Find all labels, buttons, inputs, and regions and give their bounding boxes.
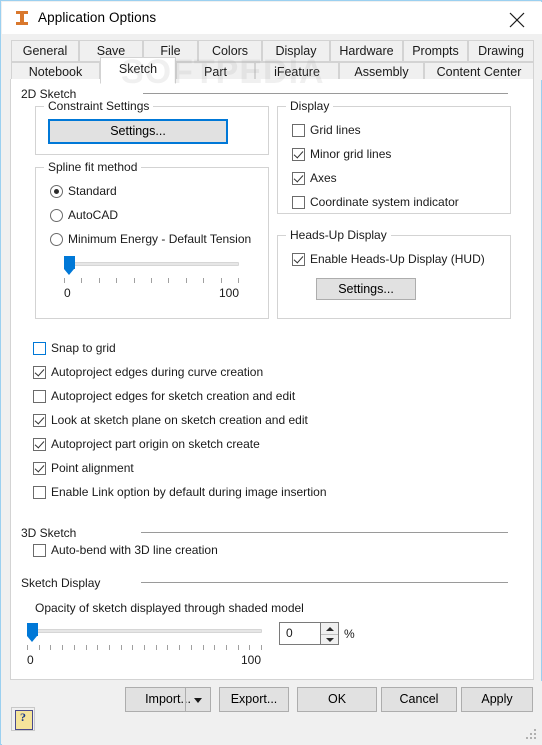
checkbox-indicator <box>33 486 46 499</box>
tab-general[interactable]: General <box>11 40 79 62</box>
radio-indicator <box>50 233 63 246</box>
checkbox-label: Look at sketch plane on sketch creation … <box>51 413 308 427</box>
section-sketch-display-rule <box>141 582 508 583</box>
checkbox-label: Grid lines <box>310 123 361 137</box>
checkbox-indicator <box>292 172 305 185</box>
heads-up-display-group: Heads-Up Display Enable Heads-Up Display… <box>277 228 511 319</box>
checkbox-label: Autoproject edges for sketch creation an… <box>51 389 296 403</box>
checkbox-label: Point alignment <box>51 461 134 475</box>
checkbox-indicator <box>292 124 305 137</box>
checkbox-label: Enable Heads-Up Display (HUD) <box>310 252 485 266</box>
tab-label: Drawing <box>478 44 524 58</box>
spline-fit-method-group: Spline fit method Standard AutoCAD Minim… <box>35 160 269 319</box>
radio-label: Minimum Energy - Default Tension <box>68 232 252 246</box>
slider-min-label: 0 <box>27 653 34 667</box>
cancel-button[interactable]: Cancel <box>381 687 457 712</box>
slider-thumb[interactable] <box>64 256 75 275</box>
tab-hardware[interactable]: Hardware <box>330 40 403 62</box>
tab-label: General <box>22 44 68 58</box>
ok-button[interactable]: OK <box>297 687 377 712</box>
checkbox-indicator <box>33 438 46 451</box>
tab-label: Colors <box>211 44 249 58</box>
checkbox-label: Enable Link option by default during ima… <box>51 485 327 499</box>
display-group: Display Grid lines Minor grid lines Axes… <box>277 99 511 214</box>
checkbox-indicator <box>33 342 46 355</box>
radio-indicator <box>50 209 63 222</box>
opacity-label: Opacity of sketch displayed through shad… <box>35 601 304 615</box>
checkbox-indicator <box>33 414 46 427</box>
opacity-slider[interactable]: 0 100 <box>27 623 262 671</box>
checkbox-indicator <box>292 196 305 209</box>
section-2d-sketch-rule <box>143 93 508 94</box>
resize-grip[interactable] <box>526 729 538 741</box>
help-button[interactable] <box>11 707 35 731</box>
hud-settings-button[interactable]: Settings... <box>316 278 416 300</box>
checkbox-label: Axes <box>310 171 337 185</box>
opacity-value: 0 <box>286 626 293 640</box>
checkbox-label: Autoproject edges during curve creation <box>51 365 264 379</box>
window-title: Application Options <box>38 10 157 25</box>
checkbox-label: Auto-bend with 3D line creation <box>51 543 218 557</box>
application-options-window: Application Options General Save File Co… <box>0 0 542 745</box>
import-button[interactable]: Import... <box>125 687 211 712</box>
close-icon[interactable] <box>500 6 534 32</box>
help-question-icon <box>15 710 33 730</box>
slider-thumb[interactable] <box>27 623 38 642</box>
tab-sketch[interactable]: Sketch <box>100 57 176 84</box>
section-3d-sketch-rule <box>141 532 508 533</box>
constraint-settings-group: Constraint Settings Settings... <box>35 99 269 155</box>
display-group-title: Display <box>286 99 334 113</box>
tab-drawing[interactable]: Drawing <box>468 40 534 62</box>
slider-track <box>27 629 262 633</box>
slider-track <box>64 262 239 266</box>
checkbox-indicator <box>33 544 46 557</box>
tab-prompts[interactable]: Prompts <box>403 40 468 62</box>
checkbox-indicator <box>33 366 46 379</box>
spline-fit-method-title: Spline fit method <box>44 160 142 174</box>
export-button[interactable]: Export... <box>219 687 289 712</box>
spinner-buttons <box>320 623 338 644</box>
title-bar: Application Options <box>2 2 542 35</box>
radio-label: AutoCAD <box>68 208 119 222</box>
checkbox-label: Minor grid lines <box>310 147 392 161</box>
radio-indicator <box>50 185 63 198</box>
checkbox-label: Coordinate system indicator <box>310 195 459 209</box>
options-content-panel: 2D Sketch Constraint Settings Settings..… <box>10 79 534 680</box>
heads-up-display-title: Heads-Up Display <box>286 228 391 242</box>
slider-ticks <box>27 645 262 650</box>
apply-button[interactable]: Apply <box>461 687 533 712</box>
checkbox-indicator <box>33 390 46 403</box>
section-sketch-display-label: Sketch Display <box>21 576 101 590</box>
inventor-app-icon <box>14 10 30 26</box>
slider-max-label: 100 <box>219 286 240 300</box>
slider-max-label: 100 <box>241 653 262 667</box>
chevron-down-icon[interactable] <box>185 688 210 711</box>
tab-label: Display <box>275 44 317 58</box>
slider-ticks <box>64 278 239 283</box>
opacity-unit-label: % <box>344 627 355 641</box>
tab-label: Sketch <box>118 62 158 76</box>
checkbox-label: Snap to grid <box>51 341 116 355</box>
tab-display[interactable]: Display <box>262 40 330 62</box>
tab-label: Hardware <box>339 44 394 58</box>
constraint-settings-button[interactable]: Settings... <box>48 119 228 144</box>
opacity-spinner[interactable]: 0 <box>279 622 339 645</box>
constraint-settings-title: Constraint Settings <box>44 99 154 113</box>
tension-slider[interactable]: 0 100 <box>64 256 239 304</box>
radio-label: Standard <box>68 184 117 198</box>
checkbox-indicator <box>33 462 46 475</box>
checkbox-label: Autoproject part origin on sketch create <box>51 437 260 451</box>
tab-strip: General Save File Colors Display Hardwar… <box>2 34 542 84</box>
checkbox-indicator <box>292 148 305 161</box>
tab-label: Prompts <box>412 44 459 58</box>
checkbox-indicator <box>292 253 305 266</box>
slider-min-label: 0 <box>64 286 71 300</box>
tab-colors[interactable]: Colors <box>198 40 262 62</box>
section-3d-sketch-label: 3D Sketch <box>21 526 77 540</box>
spinner-down-icon[interactable] <box>321 634 338 645</box>
